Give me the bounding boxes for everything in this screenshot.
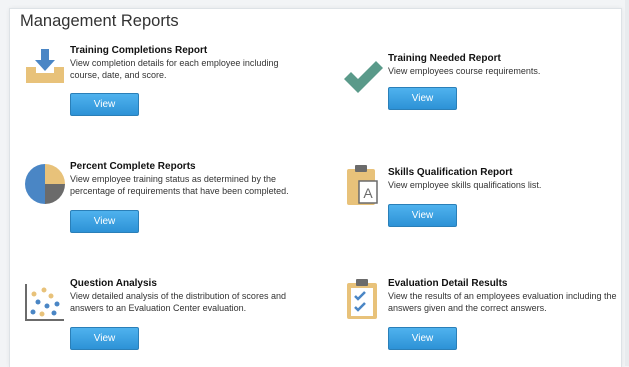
report-description: View detailed analysis of the distributi… (70, 291, 286, 313)
report-description: View employees course requirements. (388, 66, 541, 76)
report-card-body: Percent Complete Reports View employee t… (70, 161, 320, 197)
report-description: View the results of an employees evaluat… (388, 291, 617, 313)
report-card-body: Evaluation Detail Results View the resul… (388, 278, 617, 314)
pie-chart-icon (24, 163, 66, 210)
report-description: View employee skills qualifications list… (388, 180, 542, 190)
report-title: Training Completions Report (70, 45, 208, 56)
view-button-question-analysis[interactable]: View (70, 327, 139, 350)
view-button-training-needed[interactable]: View (388, 87, 457, 110)
report-card-training-needed: Training Needed Report View employees co… (342, 53, 612, 123)
management-reports-panel: Management Reports Training Completions … (9, 8, 622, 367)
report-card-body: Training Completions Report View complet… (70, 45, 310, 81)
report-title: Question Analysis (70, 278, 157, 289)
clipboard-check-icon (345, 277, 381, 326)
view-button-evaluation-detail[interactable]: View (388, 327, 457, 350)
report-title: Training Needed Report (388, 53, 501, 64)
window-edge (625, 0, 629, 366)
report-card-body: Question Analysis View detailed analysis… (70, 278, 320, 314)
report-card-skills-qualification: A Skills Qualification Report View emplo… (342, 165, 612, 237)
checkmark-icon (342, 57, 384, 100)
report-title: Skills Qualification Report (388, 167, 513, 178)
view-button-percent-complete[interactable]: View (70, 210, 139, 233)
report-description: View completion details for each employe… (70, 58, 279, 80)
scatter-plot-icon (24, 282, 66, 327)
report-card-question-analysis: Question Analysis View detailed analysis… (24, 278, 324, 358)
view-button-training-completions[interactable]: View (70, 93, 139, 116)
svg-text:A: A (363, 185, 373, 201)
report-card-body: Skills Qualification Report View employe… (388, 167, 610, 192)
clipboard-a-icon: A (345, 163, 381, 212)
report-description: View employee training status as determi… (70, 174, 289, 196)
download-tray-icon (24, 47, 66, 90)
report-card-body: Training Needed Report View employees co… (388, 53, 610, 78)
report-title: Evaluation Detail Results (388, 278, 508, 289)
report-card-training-completions: Training Completions Report View complet… (24, 45, 314, 125)
view-button-skills-qualification[interactable]: View (388, 204, 457, 227)
page-title: Management Reports (20, 12, 179, 30)
report-card-percent-complete: Percent Complete Reports View employee t… (24, 161, 324, 241)
report-card-evaluation-detail: Evaluation Detail Results View the resul… (342, 278, 617, 358)
report-title: Percent Complete Reports (70, 161, 196, 172)
